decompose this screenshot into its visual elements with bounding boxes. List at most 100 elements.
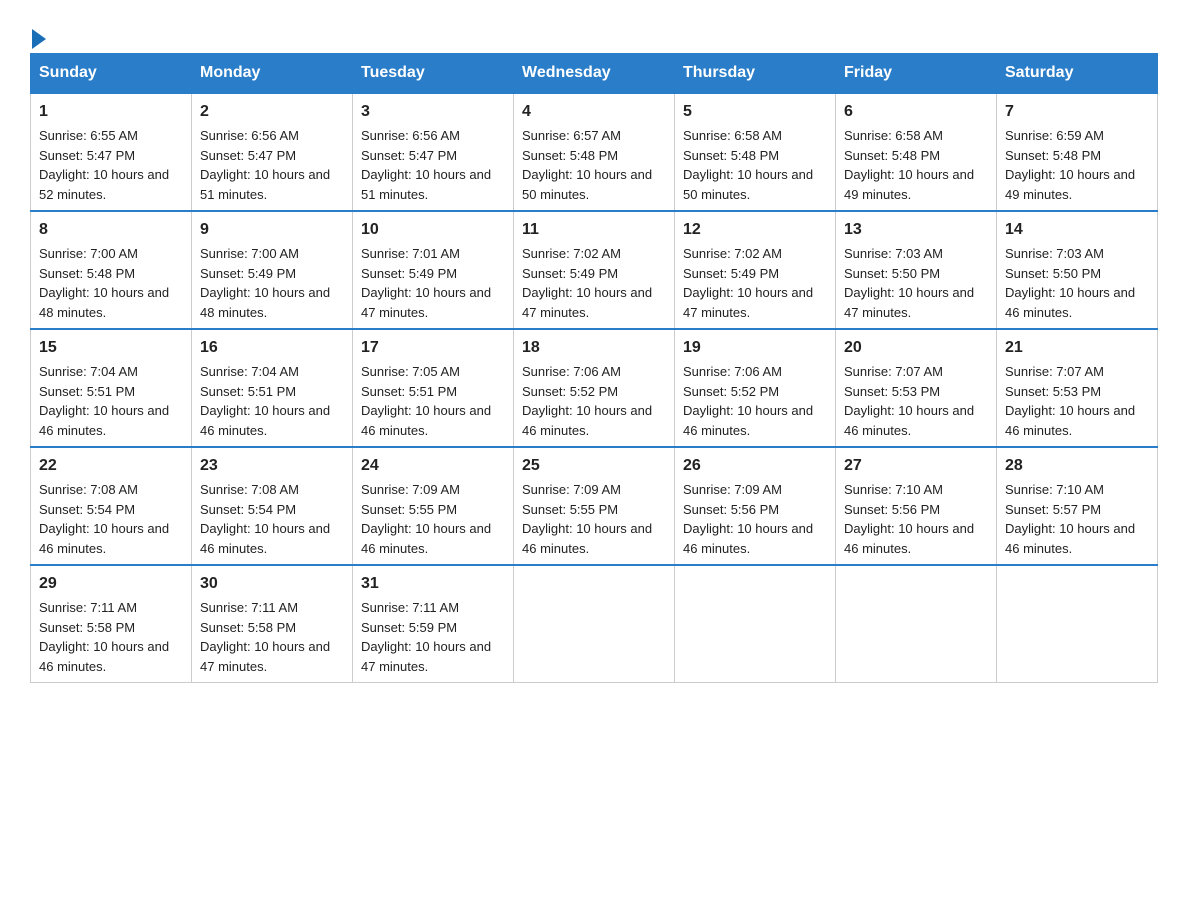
calendar-cell: 15 Sunrise: 7:04 AMSunset: 5:51 PMDayligh…: [31, 329, 192, 447]
day-number: 14: [1005, 218, 1149, 242]
week-row-1: 1 Sunrise: 6:55 AMSunset: 5:47 PMDaylight…: [31, 93, 1158, 211]
week-row-4: 22Sunrise: 7:08 AMSunset: 5:54 PMDayligh…: [31, 447, 1158, 565]
day-info: Sunrise: 7:08 AMSunset: 5:54 PMDaylight:…: [200, 482, 330, 556]
calendar-cell: 5 Sunrise: 6:58 AMSunset: 5:48 PMDaylight…: [675, 93, 836, 211]
calendar-cell: [675, 565, 836, 683]
day-number: 16: [200, 336, 344, 360]
week-row-2: 8 Sunrise: 7:00 AMSunset: 5:48 PMDaylight…: [31, 211, 1158, 329]
calendar-cell: 13Sunrise: 7:03 AMSunset: 5:50 PMDayligh…: [836, 211, 997, 329]
calendar-cell: 17 Sunrise: 7:05 AMSunset: 5:51 PMDayligh…: [353, 329, 514, 447]
calendar-cell: 20 Sunrise: 7:07 AMSunset: 5:53 PMDayligh…: [836, 329, 997, 447]
week-row-5: 29 Sunrise: 7:11 AMSunset: 5:58 PMDayligh…: [31, 565, 1158, 683]
day-info: Sunrise: 7:06 AMSunset: 5:52 PMDaylight:…: [522, 364, 652, 438]
day-number: 17: [361, 336, 505, 360]
calendar-cell: 18 Sunrise: 7:06 AMSunset: 5:52 PMDayligh…: [514, 329, 675, 447]
calendar-cell: 14 Sunrise: 7:03 AMSunset: 5:50 PMDayligh…: [997, 211, 1158, 329]
day-number: 31: [361, 572, 505, 596]
calendar-cell: 30 Sunrise: 7:11 AMSunset: 5:58 PMDayligh…: [192, 565, 353, 683]
day-info: Sunrise: 6:58 AMSunset: 5:48 PMDaylight:…: [844, 128, 974, 202]
calendar-cell: 6 Sunrise: 6:58 AMSunset: 5:48 PMDaylight…: [836, 93, 997, 211]
calendar-cell: 31 Sunrise: 7:11 AMSunset: 5:59 PMDayligh…: [353, 565, 514, 683]
day-number: 12: [683, 218, 827, 242]
day-info: Sunrise: 7:09 AMSunset: 5:55 PMDaylight:…: [361, 482, 491, 556]
calendar-cell: 16 Sunrise: 7:04 AMSunset: 5:51 PMDayligh…: [192, 329, 353, 447]
weekday-header-row: SundayMondayTuesdayWednesdayThursdayFrid…: [31, 54, 1158, 94]
weekday-header-wednesday: Wednesday: [514, 54, 675, 94]
calendar-cell: 19 Sunrise: 7:06 AMSunset: 5:52 PMDayligh…: [675, 329, 836, 447]
day-info: Sunrise: 7:00 AMSunset: 5:49 PMDaylight:…: [200, 246, 330, 320]
day-number: 25: [522, 454, 666, 478]
logo-arrow-icon: [32, 29, 46, 49]
day-number: 15: [39, 336, 183, 360]
day-info: Sunrise: 7:04 AMSunset: 5:51 PMDaylight:…: [39, 364, 169, 438]
day-info: Sunrise: 7:06 AMSunset: 5:52 PMDaylight:…: [683, 364, 813, 438]
weekday-header-friday: Friday: [836, 54, 997, 94]
calendar-cell: 1 Sunrise: 6:55 AMSunset: 5:47 PMDaylight…: [31, 93, 192, 211]
calendar-cell: [997, 565, 1158, 683]
day-info: Sunrise: 7:04 AMSunset: 5:51 PMDaylight:…: [200, 364, 330, 438]
logo: [30, 20, 46, 43]
calendar-cell: 2 Sunrise: 6:56 AMSunset: 5:47 PMDaylight…: [192, 93, 353, 211]
day-number: 2: [200, 100, 344, 124]
day-info: Sunrise: 7:09 AMSunset: 5:56 PMDaylight:…: [683, 482, 813, 556]
day-number: 20: [844, 336, 988, 360]
day-number: 10: [361, 218, 505, 242]
calendar-cell: 22Sunrise: 7:08 AMSunset: 5:54 PMDayligh…: [31, 447, 192, 565]
day-info: Sunrise: 7:11 AMSunset: 5:58 PMDaylight:…: [39, 600, 169, 674]
day-number: 7: [1005, 100, 1149, 124]
day-info: Sunrise: 7:05 AMSunset: 5:51 PMDaylight:…: [361, 364, 491, 438]
day-number: 21: [1005, 336, 1149, 360]
weekday-header-monday: Monday: [192, 54, 353, 94]
calendar-cell: 25 Sunrise: 7:09 AMSunset: 5:55 PMDayligh…: [514, 447, 675, 565]
day-number: 6: [844, 100, 988, 124]
day-info: Sunrise: 7:02 AMSunset: 5:49 PMDaylight:…: [522, 246, 652, 320]
day-number: 19: [683, 336, 827, 360]
day-info: Sunrise: 7:11 AMSunset: 5:59 PMDaylight:…: [361, 600, 491, 674]
calendar-cell: 27Sunrise: 7:10 AMSunset: 5:56 PMDayligh…: [836, 447, 997, 565]
calendar-cell: 11 Sunrise: 7:02 AMSunset: 5:49 PMDayligh…: [514, 211, 675, 329]
calendar-cell: 4Sunrise: 6:57 AMSunset: 5:48 PMDaylight…: [514, 93, 675, 211]
day-info: Sunrise: 7:11 AMSunset: 5:58 PMDaylight:…: [200, 600, 330, 674]
calendar-cell: 7 Sunrise: 6:59 AMSunset: 5:48 PMDaylight…: [997, 93, 1158, 211]
day-number: 18: [522, 336, 666, 360]
day-number: 11: [522, 218, 666, 242]
page-header: [30, 20, 1158, 43]
weekday-header-saturday: Saturday: [997, 54, 1158, 94]
calendar-cell: 28Sunrise: 7:10 AMSunset: 5:57 PMDayligh…: [997, 447, 1158, 565]
day-number: 30: [200, 572, 344, 596]
day-info: Sunrise: 6:58 AMSunset: 5:48 PMDaylight:…: [683, 128, 813, 202]
calendar-cell: 3 Sunrise: 6:56 AMSunset: 5:47 PMDaylight…: [353, 93, 514, 211]
day-number: 27: [844, 454, 988, 478]
day-number: 28: [1005, 454, 1149, 478]
day-info: Sunrise: 7:00 AMSunset: 5:48 PMDaylight:…: [39, 246, 169, 320]
day-info: Sunrise: 7:02 AMSunset: 5:49 PMDaylight:…: [683, 246, 813, 320]
calendar-cell: 12 Sunrise: 7:02 AMSunset: 5:49 PMDayligh…: [675, 211, 836, 329]
week-row-3: 15 Sunrise: 7:04 AMSunset: 5:51 PMDayligh…: [31, 329, 1158, 447]
day-info: Sunrise: 7:09 AMSunset: 5:55 PMDaylight:…: [522, 482, 652, 556]
day-info: Sunrise: 6:55 AMSunset: 5:47 PMDaylight:…: [39, 128, 169, 202]
calendar-cell: [836, 565, 997, 683]
day-number: 3: [361, 100, 505, 124]
calendar-cell: 26 Sunrise: 7:09 AMSunset: 5:56 PMDayligh…: [675, 447, 836, 565]
calendar-cell: 29 Sunrise: 7:11 AMSunset: 5:58 PMDayligh…: [31, 565, 192, 683]
day-number: 26: [683, 454, 827, 478]
calendar-cell: 24Sunrise: 7:09 AMSunset: 5:55 PMDayligh…: [353, 447, 514, 565]
day-info: Sunrise: 7:01 AMSunset: 5:49 PMDaylight:…: [361, 246, 491, 320]
day-info: Sunrise: 7:08 AMSunset: 5:54 PMDaylight:…: [39, 482, 169, 556]
weekday-header-sunday: Sunday: [31, 54, 192, 94]
day-number: 5: [683, 100, 827, 124]
calendar-cell: 23Sunrise: 7:08 AMSunset: 5:54 PMDayligh…: [192, 447, 353, 565]
day-info: Sunrise: 7:07 AMSunset: 5:53 PMDaylight:…: [844, 364, 974, 438]
calendar-table: SundayMondayTuesdayWednesdayThursdayFrid…: [30, 53, 1158, 683]
day-number: 8: [39, 218, 183, 242]
day-info: Sunrise: 7:03 AMSunset: 5:50 PMDaylight:…: [1005, 246, 1135, 320]
day-number: 1: [39, 100, 183, 124]
calendar-cell: 9 Sunrise: 7:00 AMSunset: 5:49 PMDaylight…: [192, 211, 353, 329]
day-info: Sunrise: 6:59 AMSunset: 5:48 PMDaylight:…: [1005, 128, 1135, 202]
day-number: 29: [39, 572, 183, 596]
day-info: Sunrise: 7:03 AMSunset: 5:50 PMDaylight:…: [844, 246, 974, 320]
day-info: Sunrise: 6:56 AMSunset: 5:47 PMDaylight:…: [361, 128, 491, 202]
calendar-cell: 8 Sunrise: 7:00 AMSunset: 5:48 PMDaylight…: [31, 211, 192, 329]
day-info: Sunrise: 6:56 AMSunset: 5:47 PMDaylight:…: [200, 128, 330, 202]
day-number: 9: [200, 218, 344, 242]
